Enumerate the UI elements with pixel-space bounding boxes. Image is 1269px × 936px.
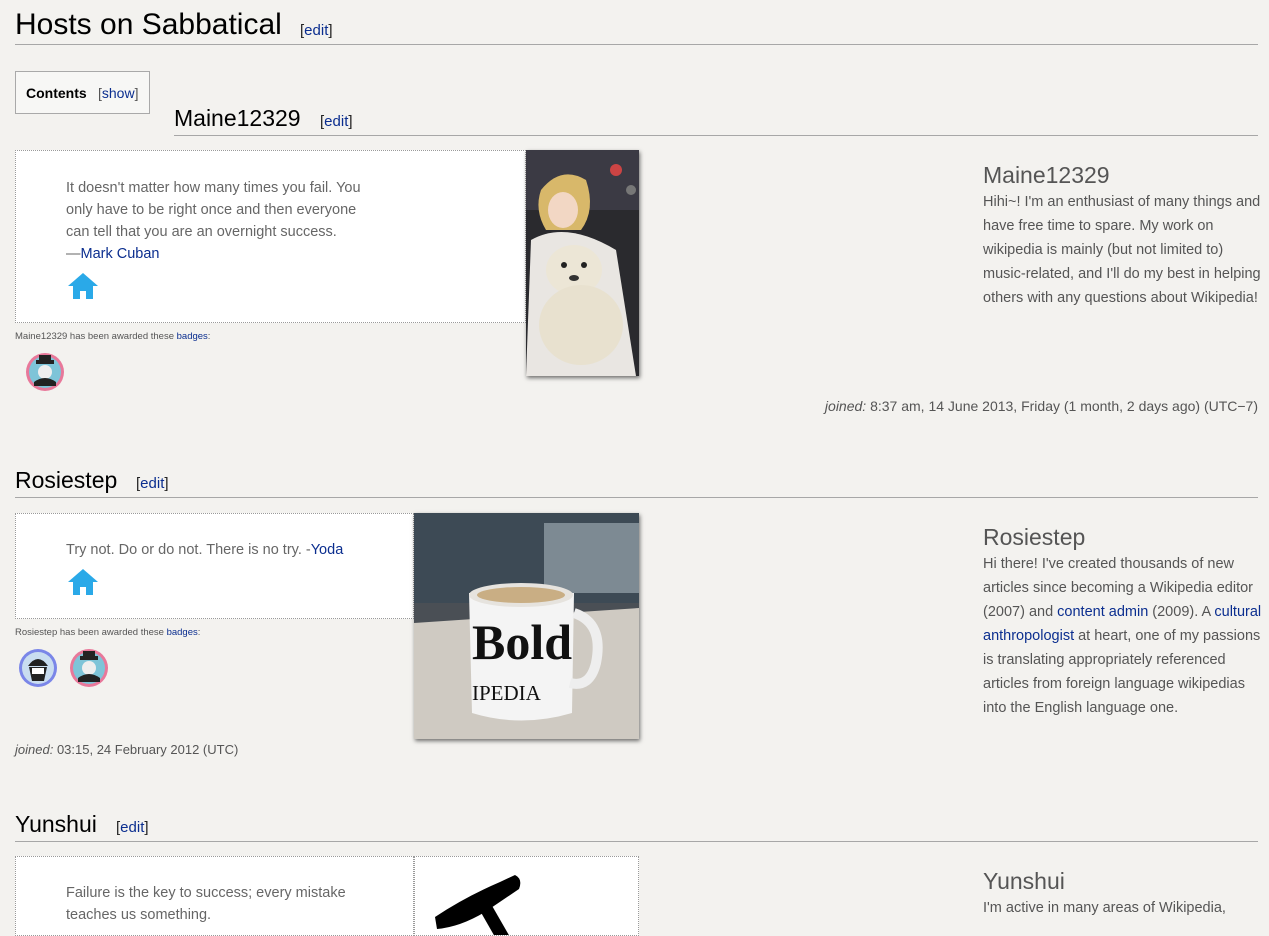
bio-name: Rosiestep xyxy=(983,524,1086,550)
content-admin-link[interactable]: content admin xyxy=(1057,604,1148,620)
joined-label: joined: xyxy=(824,398,867,414)
home-icon[interactable] xyxy=(66,567,100,597)
host-heading: Maine12329 [edit] xyxy=(174,105,1258,136)
joined-line: joined: 8:37 am, 14 June 2013, Friday (1… xyxy=(825,398,1258,414)
section-title: Hosts on Sabbatical xyxy=(15,8,282,41)
home-icon[interactable] xyxy=(66,271,100,301)
toc-show-link[interactable]: show xyxy=(102,85,135,101)
mug-text-wikipedia: IPEDIA xyxy=(472,681,541,705)
badges-line: Rosiestep has been awarded these badges: xyxy=(15,627,201,638)
badges-link[interactable]: badges xyxy=(177,331,208,342)
host-edit-link[interactable]: edit xyxy=(120,819,144,836)
toc-toggle: [show] xyxy=(98,85,139,101)
badges-link[interactable]: badges xyxy=(167,627,198,638)
calligraphy-image xyxy=(435,875,521,935)
bio-name: Yunshui xyxy=(983,868,1065,894)
joined-value: 8:37 am, 14 June 2013, Friday (1 month, … xyxy=(870,398,1258,414)
quote-text: It doesn't matter how many times you fai… xyxy=(66,177,371,265)
host-heading: Yunshui [edit] xyxy=(15,811,1258,842)
quote-text: Failure is the key to success; every mis… xyxy=(66,885,346,923)
host-name-heading: Yunshui xyxy=(15,811,97,837)
host-edit-link[interactable]: edit xyxy=(140,475,164,492)
joined-value: 03:15, 24 February 2012 (UTC) xyxy=(56,742,239,757)
quote-body: Try not. Do or do not. There is no try. … xyxy=(66,542,311,558)
hat-badge-icon[interactable] xyxy=(25,352,65,392)
section-edit: [edit] xyxy=(300,22,333,39)
badges-line: Maine12329 has been awarded these badges… xyxy=(15,331,211,342)
quote-dash: — xyxy=(66,246,81,262)
quote-author-link[interactable]: Yoda xyxy=(311,542,344,558)
section-header: Hosts on Sabbatical [edit] xyxy=(15,6,1258,45)
quote-box: Failure is the key to success; every mis… xyxy=(15,856,414,936)
host-photo xyxy=(414,856,639,936)
host-edit: [edit] xyxy=(116,819,149,836)
bio-text: I'm active in many areas of Wikipedia, xyxy=(983,900,1226,916)
quote-text: Try not. Do or do not. There is no try. … xyxy=(66,539,406,561)
host-name-heading: Rosiestep xyxy=(15,467,118,493)
table-of-contents: Contents [show] xyxy=(15,71,150,114)
joined-line: joined: 03:15, 24 February 2012 (UTC) xyxy=(15,742,238,757)
host-edit: [edit] xyxy=(136,475,169,492)
quote-author-link[interactable]: Mark Cuban xyxy=(81,246,160,262)
quote-box: Try not. Do or do not. There is no try. … xyxy=(15,513,414,619)
cosplayer-photo xyxy=(526,150,639,376)
toc-label: Contents xyxy=(26,85,87,101)
host-edit-link[interactable]: edit xyxy=(324,113,348,130)
host-edit: [edit] xyxy=(320,113,353,130)
section-edit-link[interactable]: edit xyxy=(304,22,328,39)
host-heading: Rosiestep [edit] xyxy=(15,467,1258,498)
joined-label: joined: xyxy=(15,742,54,757)
quote-body: It doesn't matter how many times you fai… xyxy=(66,180,361,240)
host-photo xyxy=(526,150,639,376)
cupcake-badge-icon[interactable] xyxy=(18,648,58,688)
quote-box: It doesn't matter how many times you fai… xyxy=(15,150,526,323)
mug-text-bold: Bold xyxy=(472,614,573,670)
host-name-heading: Maine12329 xyxy=(174,105,301,131)
host-photo: Bold IPEDIA xyxy=(414,513,639,739)
hat-badge-icon[interactable] xyxy=(69,648,109,688)
bio-text: Hi there! I've created thousands of new … xyxy=(983,556,1262,716)
bio-text: Hihi~! I'm an enthusiast of many things … xyxy=(983,194,1261,306)
bio-name: Maine12329 xyxy=(983,162,1110,188)
